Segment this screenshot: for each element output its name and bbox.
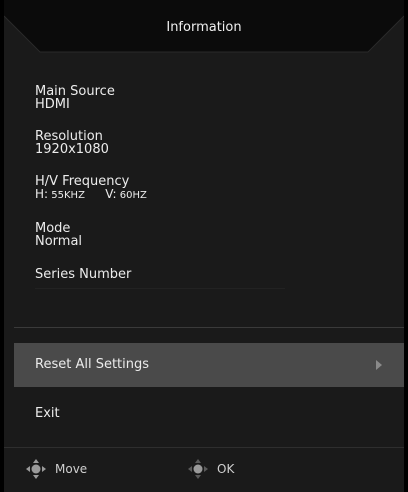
exit-button[interactable]: Exit	[14, 392, 404, 436]
series-number-label: Series Number	[35, 267, 132, 282]
frequency-values: H: 55KHZ V: 60HZ	[35, 188, 147, 202]
series-number-block: Series Number	[35, 268, 131, 281]
resolution-value: 1920x1080	[35, 142, 109, 157]
main-source-block: Main Source HDMI	[35, 85, 115, 111]
page-title: Information	[166, 20, 242, 35]
reset-all-settings-button[interactable]: Reset All Settings	[14, 343, 404, 387]
footer-hints: Move OK	[4, 448, 404, 492]
reset-all-settings-label: Reset All Settings	[35, 357, 150, 372]
resolution-block: Resolution 1920x1080	[35, 130, 109, 156]
ok-hint: OK	[187, 458, 234, 480]
move-hint: Move	[25, 458, 87, 480]
section-divider	[14, 327, 404, 328]
mode-value: Normal	[35, 234, 83, 249]
osd-window: Information Main Source HDMI Resolution …	[4, 0, 404, 492]
exit-label: Exit	[35, 406, 60, 421]
move-hint-label: Move	[55, 462, 88, 476]
frequency-block: H/V Frequency H: 55KHZ V: 60HZ	[35, 175, 147, 202]
h-frequency-key: H:	[35, 187, 49, 201]
main-source-value: HDMI	[35, 97, 70, 112]
joystick-move-icon	[26, 459, 46, 479]
series-number-underline	[35, 288, 285, 289]
chevron-right-icon	[376, 360, 382, 370]
title-bar: Information	[4, 0, 404, 56]
v-frequency-value: 60HZ	[119, 190, 147, 201]
mode-block: Mode Normal	[35, 222, 82, 248]
h-frequency-value: 55KHZ	[51, 190, 85, 201]
v-frequency-key: V:	[105, 187, 117, 201]
ok-hint-label: OK	[217, 462, 235, 476]
frequency-label: H/V Frequency	[35, 174, 130, 189]
joystick-press-icon	[188, 459, 208, 479]
